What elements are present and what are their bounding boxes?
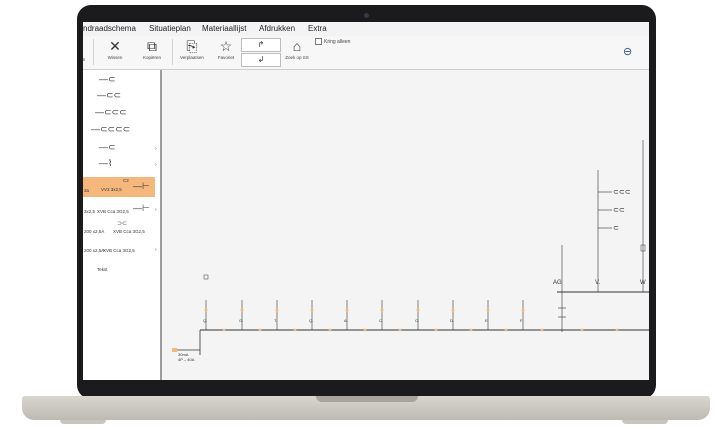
feed-marker bbox=[172, 348, 177, 352]
circuit-10[interactable]: F. bbox=[520, 300, 525, 330]
house-search-icon: ⌂ bbox=[292, 38, 302, 54]
circuit-1[interactable]: Q. bbox=[203, 274, 209, 330]
single-line-diagram: 30mA 4P – 40A Q. G. T. Q. A. C. O. D. E.… bbox=[172, 140, 649, 362]
toolbar-edge-label: n bbox=[83, 57, 86, 62]
group-label: V. bbox=[595, 280, 600, 286]
circuit-8[interactable]: D. bbox=[450, 300, 455, 330]
zoom-out-icon[interactable]: ⊖ bbox=[623, 45, 632, 58]
sidebar-item-outlet[interactable]: —⊂ › bbox=[83, 142, 157, 156]
undo-arrow-icon: ↲ bbox=[257, 55, 265, 64]
menu-item-extra[interactable]: Extra bbox=[308, 24, 327, 33]
expand-arrow-icon[interactable]: › bbox=[155, 146, 157, 152]
search-ss-button[interactable]: ⌂ Zoek op SS bbox=[281, 38, 313, 66]
copy-button[interactable]: ⧉ Kopiëren bbox=[135, 38, 169, 66]
sidebar-item-switch-2[interactable]: —⊂⊂ bbox=[83, 90, 155, 104]
expand-arrow-icon[interactable]: › bbox=[155, 207, 157, 213]
circuit-label: E. bbox=[485, 318, 489, 323]
circuit-3[interactable]: T. bbox=[274, 300, 279, 330]
sidebar-item-junction[interactable]: ⊃⊂ 200 x2,5A XVB Cca 3G2,5 bbox=[83, 221, 155, 240]
circuit-label: Q. bbox=[203, 318, 207, 323]
circuit-4[interactable]: Q. bbox=[309, 300, 314, 330]
sidebar-item-cable[interactable]: 3x2,5 XVB Cca 3G2,5 —⊢ › bbox=[83, 201, 157, 219]
circuit-label: T. bbox=[274, 318, 277, 323]
switch-symbol-icon: ⊂ bbox=[613, 225, 619, 232]
group-w[interactable]: W bbox=[640, 140, 646, 292]
toolbar: n ✕ Wissen ⧉ Kopiëren ⎘ Verplaatsen ☆ Fa… bbox=[83, 36, 649, 70]
menu-item-materiaallijst[interactable]: Materiaallijst bbox=[202, 24, 246, 33]
breaker-symbol-icon: —⊢ bbox=[133, 203, 150, 213]
redo-button[interactable]: ↱ bbox=[241, 38, 281, 52]
expand-arrow-icon[interactable]: › bbox=[155, 162, 157, 168]
switch-symbol-icon: —⊂ bbox=[99, 74, 116, 84]
circuit-label: D. bbox=[450, 318, 454, 323]
circuit-label: F. bbox=[520, 318, 523, 323]
switch-symbol-icon: ⊂⊂⊂ bbox=[613, 189, 631, 196]
sidebar-item-text[interactable]: Tekst bbox=[83, 264, 155, 278]
group-ag[interactable]: AG bbox=[553, 245, 566, 332]
toolbar-separator bbox=[93, 39, 94, 65]
sidebar-item-selected-circuit[interactable]: C2 3a VV3 3x2,5 —⊢ bbox=[83, 177, 155, 197]
menu-item-afdrukken[interactable]: Afdrukken bbox=[259, 24, 295, 33]
symbol-sidebar: —⊂ —⊂⊂ —⊂⊂⊂ —⊂⊂⊂⊂ —⊂ › —⌇ › C2 3a VV3 3x2,… bbox=[83, 70, 162, 380]
circuit-7[interactable]: O. bbox=[415, 300, 420, 330]
group-label: W bbox=[640, 280, 646, 286]
circuit-9[interactable]: E. bbox=[485, 300, 490, 330]
sidebar-item-switch-3[interactable]: —⊂⊂⊂ bbox=[83, 107, 155, 121]
expand-arrow-icon[interactable]: › bbox=[155, 247, 157, 253]
checkbox-box[interactable] bbox=[315, 38, 322, 45]
sidebar-item-switch-4[interactable]: —⊂⊂⊂⊂ bbox=[83, 124, 155, 138]
circuit-2[interactable]: G. bbox=[239, 300, 244, 330]
circuit-label: C. bbox=[379, 318, 383, 323]
move-button[interactable]: ⎘ Verplaatsen bbox=[173, 38, 211, 66]
move-icon: ⎘ bbox=[186, 38, 198, 54]
laptop-base bbox=[22, 396, 710, 420]
menu-bar: ndraadschema Situatieplan Materiaallijst… bbox=[83, 22, 649, 37]
undo-button[interactable]: ↲ bbox=[241, 53, 281, 67]
outlet-symbol-icon: —⊂ bbox=[99, 142, 116, 152]
copy-icon: ⧉ bbox=[147, 38, 157, 54]
laptop-foot bbox=[60, 420, 106, 424]
laptop-notch bbox=[316, 396, 418, 402]
kring-alleen-checkbox[interactable]: Kring alleen bbox=[315, 38, 350, 45]
close-x-icon: ✕ bbox=[109, 38, 121, 54]
star-icon: ☆ bbox=[219, 38, 233, 54]
quad-switch-symbol-icon: —⊂⊂⊂⊂ bbox=[91, 124, 131, 134]
circuit-label: G. bbox=[239, 318, 243, 323]
circuit-label: A. bbox=[344, 318, 348, 323]
schema-canvas[interactable]: 30mA 4P – 40A Q. G. T. Q. A. C. O. D. E.… bbox=[162, 70, 649, 380]
app-screen: ndraadschema Situatieplan Materiaallijst… bbox=[83, 22, 649, 380]
feed-label-2: 4P – 40A bbox=[178, 357, 195, 362]
circuit-label: Q. bbox=[309, 318, 313, 323]
circuit-label: O. bbox=[415, 318, 419, 323]
circuit-6[interactable]: C. bbox=[379, 300, 384, 330]
favorite-button[interactable]: ☆ Favoriet bbox=[211, 38, 241, 66]
group-label: AG bbox=[553, 280, 562, 286]
double-switch-symbol-icon: —⊂⊂ bbox=[97, 90, 122, 100]
camera-dot bbox=[364, 13, 369, 18]
breaker-symbol-icon: —⊢ bbox=[133, 181, 150, 191]
menu-item-eendraadschema[interactable]: ndraadschema bbox=[83, 24, 136, 33]
laptop-foot bbox=[622, 420, 668, 424]
redo-arrow-icon: ↱ bbox=[257, 40, 265, 49]
delete-button[interactable]: ✕ Wissen bbox=[97, 38, 133, 66]
sidebar-item-switch-1[interactable]: —⊂ bbox=[83, 74, 155, 88]
switch-symbol-icon: ⊂⊂ bbox=[613, 207, 625, 214]
menu-item-situatieplan[interactable]: Situatieplan bbox=[149, 24, 191, 33]
sidebar-item-cable-2[interactable]: 200 x2,5A XVB Cca 3G2,5 › bbox=[83, 243, 157, 259]
laptop-lid: ndraadschema Situatieplan Materiaallijst… bbox=[77, 5, 656, 399]
circuit-5[interactable]: A. bbox=[344, 300, 349, 330]
junction-symbol-icon: ⊃⊂ bbox=[117, 221, 128, 227]
sidebar-item-coil[interactable]: —⌇ › bbox=[83, 158, 157, 172]
triple-switch-symbol-icon: —⊂⊂⊂ bbox=[95, 107, 127, 117]
group-v[interactable]: ⊂⊂⊂ ⊂⊂ ⊂ V. bbox=[595, 170, 631, 292]
coil-symbol-icon: —⌇ bbox=[99, 158, 113, 168]
